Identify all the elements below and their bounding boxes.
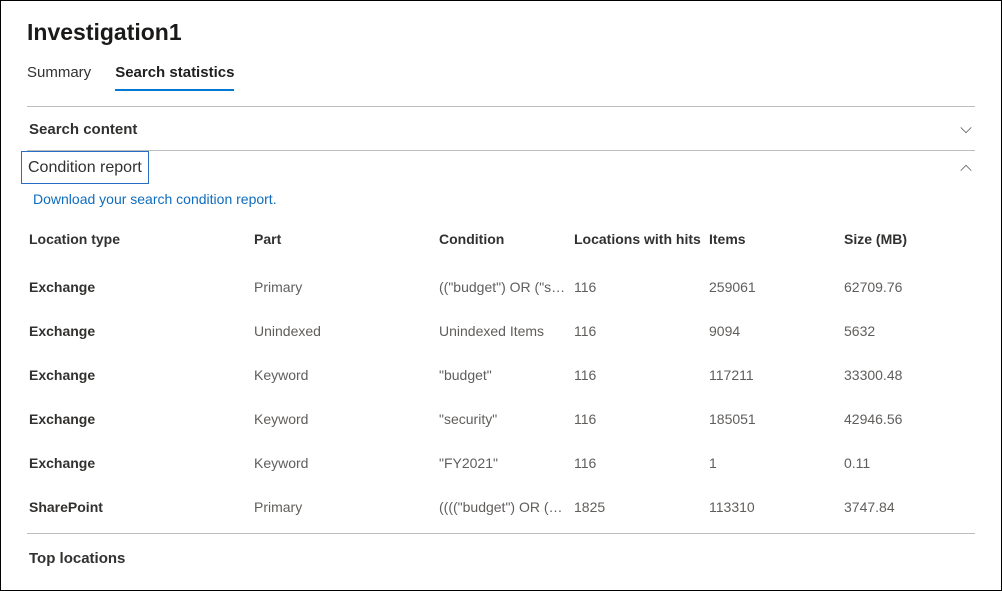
cell-condition: "FY2021" (437, 441, 572, 485)
table-row: ExchangeKeyword"budget"11611721133300.48 (27, 353, 975, 397)
cell-condition: (("budget") OR ("sec… (437, 265, 572, 309)
cell-size: 62709.76 (842, 265, 975, 309)
cell-items: 9094 (707, 309, 842, 353)
cell-hits: 116 (572, 309, 707, 353)
tab-search-statistics[interactable]: Search statistics (115, 60, 234, 91)
cell-condition: "security" (437, 397, 572, 441)
cell-part: Primary (252, 265, 437, 309)
tab-bar: Summary Search statistics (27, 60, 975, 92)
cell-condition: Unindexed Items (437, 309, 572, 353)
col-location-type: Location type (27, 223, 252, 265)
cell-part: Primary (252, 485, 437, 529)
cell-part: Keyword (252, 353, 437, 397)
cell-hits: 116 (572, 441, 707, 485)
col-items: Items (707, 223, 842, 265)
cell-items: 259061 (707, 265, 842, 309)
cell-hits: 116 (572, 265, 707, 309)
accordion-condition-report-label: Condition report (28, 159, 142, 176)
col-condition: Condition (437, 223, 572, 265)
chevron-up-icon (959, 161, 973, 175)
cell-size: 42946.56 (842, 397, 975, 441)
cell-condition: "budget" (437, 353, 572, 397)
cell-items: 117211 (707, 353, 842, 397)
cell-condition: (((("budget") OR ("se… (437, 485, 572, 529)
cell-part: Unindexed (252, 309, 437, 353)
chevron-down-icon (959, 123, 973, 137)
table-row: ExchangeKeyword"security"11618505142946.… (27, 397, 975, 441)
tab-summary[interactable]: Summary (27, 60, 91, 91)
cell-items: 185051 (707, 397, 842, 441)
cell-size: 33300.48 (842, 353, 975, 397)
cell-items: 113310 (707, 485, 842, 529)
cell-location-type: Exchange (27, 397, 252, 441)
accordion-condition-report[interactable]: Condition report (21, 151, 149, 184)
cell-hits: 1825 (572, 485, 707, 529)
table-header-row: Location type Part Condition Locations w… (27, 223, 975, 265)
cell-part: Keyword (252, 397, 437, 441)
cell-hits: 116 (572, 353, 707, 397)
page-title: Investigation1 (27, 19, 975, 46)
cell-hits: 116 (572, 397, 707, 441)
cell-location-type: Exchange (27, 441, 252, 485)
download-link[interactable]: Download your search condition report. (27, 184, 277, 207)
condition-report-table: Location type Part Condition Locations w… (27, 223, 975, 529)
table-row: SharePointPrimary(((("budget") OR ("se…1… (27, 485, 975, 529)
accordion-top-locations[interactable]: Top locations (27, 534, 975, 567)
cell-location-type: Exchange (27, 265, 252, 309)
cell-size: 3747.84 (842, 485, 975, 529)
cell-location-type: Exchange (27, 309, 252, 353)
cell-size: 0.11 (842, 441, 975, 485)
cell-part: Keyword (252, 441, 437, 485)
cell-items: 1 (707, 441, 842, 485)
accordion-search-content-label: Search content (29, 121, 137, 138)
accordion-search-content[interactable]: Search content (27, 107, 975, 150)
col-size: Size (MB) (842, 223, 975, 265)
col-part: Part (252, 223, 437, 265)
cell-location-type: SharePoint (27, 485, 252, 529)
table-row: ExchangePrimary(("budget") OR ("sec…1162… (27, 265, 975, 309)
table-row: ExchangeKeyword"FY2021"11610.11 (27, 441, 975, 485)
cell-location-type: Exchange (27, 353, 252, 397)
table-row: ExchangeUnindexedUnindexed Items11690945… (27, 309, 975, 353)
cell-size: 5632 (842, 309, 975, 353)
col-locations-with-hits: Locations with hits (572, 223, 707, 265)
